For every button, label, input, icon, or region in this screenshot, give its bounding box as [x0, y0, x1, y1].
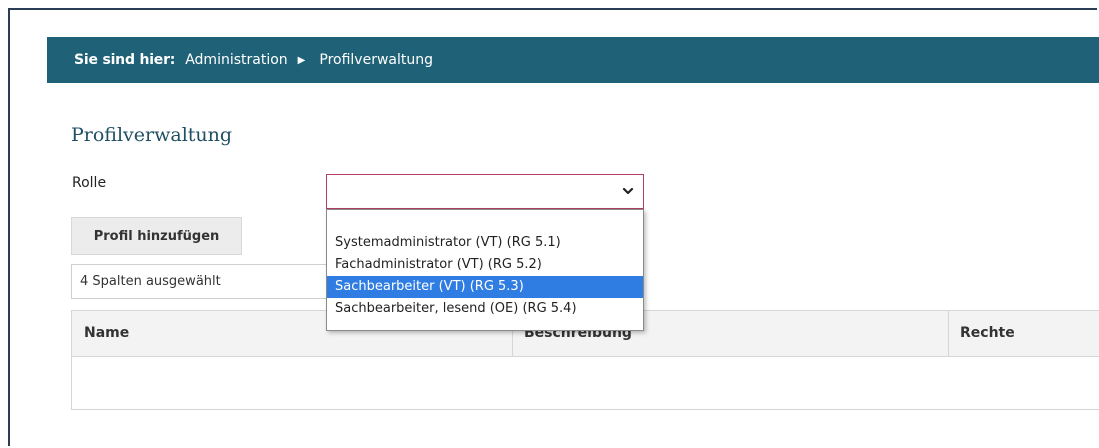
breadcrumb-item-profilverwaltung: Profilverwaltung: [319, 52, 433, 68]
dropdown-option-systemadministrator[interactable]: Systemadministrator (VT) (RG 5.1): [327, 232, 643, 254]
column-header-name[interactable]: Name: [84, 325, 129, 341]
column-divider: [948, 311, 949, 357]
rolle-label: Rolle: [72, 175, 107, 191]
rolle-select[interactable]: [326, 174, 644, 209]
breadcrumb-prefix: Sie sind hier:: [74, 52, 176, 68]
dropdown-option-empty[interactable]: [327, 210, 643, 232]
rolle-dropdown-list: Systemadministrator (VT) (RG 5.1) Fachad…: [326, 209, 644, 331]
dropdown-option-sachbearbeiter-lesend[interactable]: Sachbearbeiter, lesend (OE) (RG 5.4): [327, 298, 643, 320]
page-title: Profilverwaltung: [71, 124, 233, 146]
breadcrumb-item-administration[interactable]: Administration: [185, 52, 287, 68]
dropdown-option-fachadministrator[interactable]: Fachadministrator (VT) (RG 5.2): [327, 254, 643, 276]
column-header-rechte[interactable]: Rechte: [960, 325, 1015, 341]
dropdown-option-sachbearbeiter[interactable]: Sachbearbeiter (VT) (RG 5.3): [327, 276, 643, 298]
columns-select[interactable]: 4 Spalten ausgewählt: [71, 264, 331, 299]
chevron-down-icon: [622, 187, 634, 195]
breadcrumb: Sie sind hier: Administration ▶ Profilve…: [47, 37, 1099, 83]
triangle-right-icon: ▶: [297, 54, 306, 66]
add-profile-button[interactable]: Profil hinzufügen: [71, 217, 242, 255]
